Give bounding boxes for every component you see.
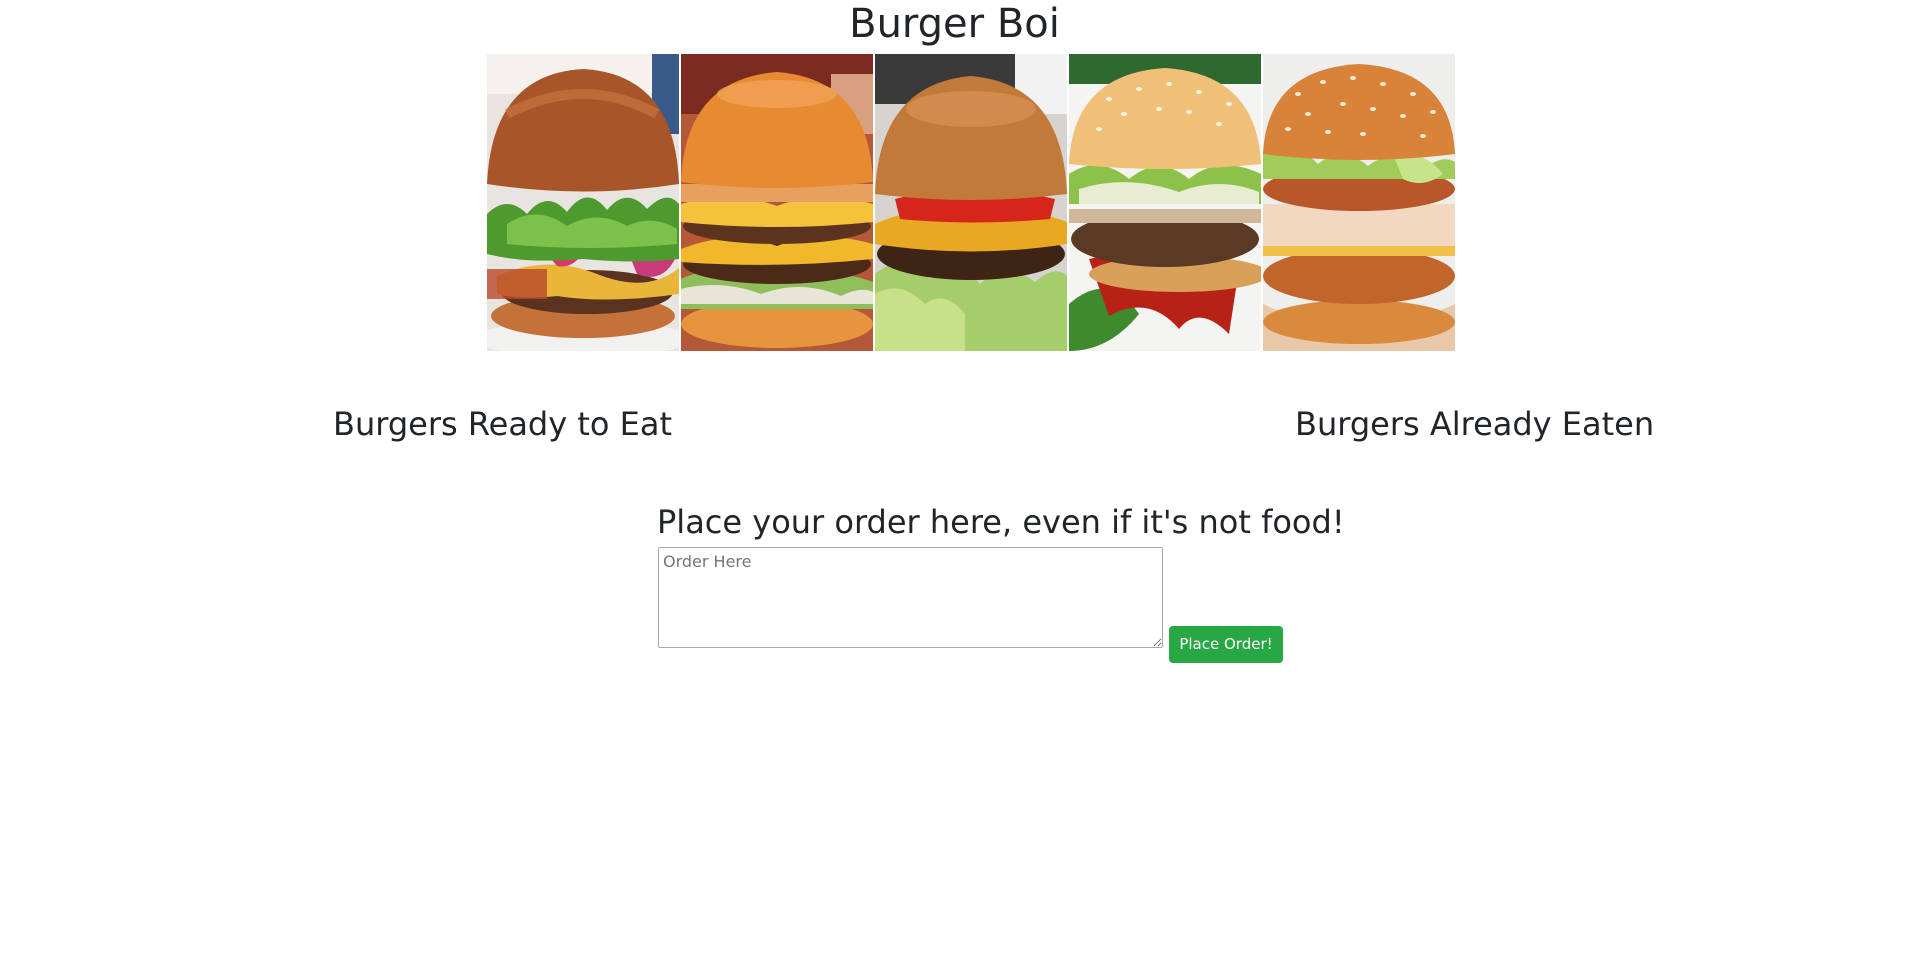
ready-to-eat-heading: Burgers Ready to Eat xyxy=(333,405,673,443)
page: Burger Boi Burgers Ready to Eat Burgers … xyxy=(0,0,1909,973)
order-input[interactable] xyxy=(658,547,1163,648)
burger-photo-1 xyxy=(487,54,679,351)
burger-photo-3 xyxy=(875,54,1067,351)
place-order-button[interactable]: Place Order! xyxy=(1169,626,1283,663)
burger-photo-2 xyxy=(681,54,873,351)
burger-photo-4 xyxy=(1069,54,1261,351)
already-eaten-heading: Burgers Already Eaten xyxy=(1295,405,1655,443)
site-title: Burger Boi xyxy=(849,1,1060,47)
burger-photo-5 xyxy=(1263,54,1455,351)
order-heading: Place your order here, even if it's not … xyxy=(657,503,1345,541)
burger-banner xyxy=(487,54,1455,351)
